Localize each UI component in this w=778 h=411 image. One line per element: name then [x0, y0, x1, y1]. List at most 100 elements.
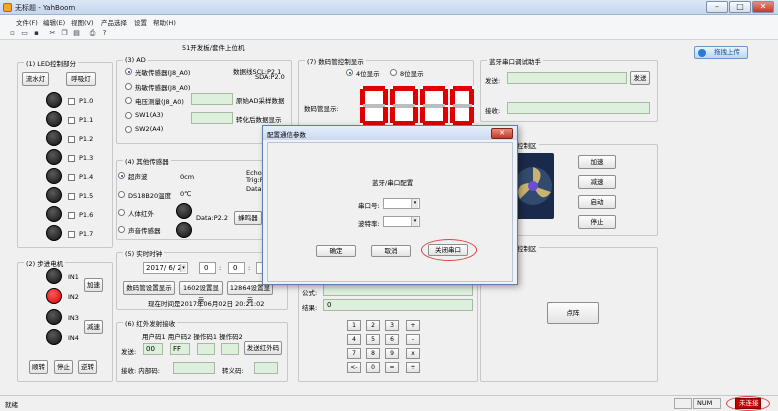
ir-body-radio[interactable] — [118, 209, 125, 216]
calc-key-divide[interactable]: ÷ — [406, 362, 420, 373]
buzzer-button[interactable]: 蜂鸣器 — [234, 211, 262, 225]
fan-decel-button[interactable]: 减速 — [578, 175, 616, 189]
seg-digit-1 — [360, 86, 388, 126]
led-p16-checkbox[interactable] — [68, 212, 75, 219]
maximize-button[interactable]: □ — [729, 1, 751, 13]
result-field[interactable]: 0 — [323, 299, 473, 311]
ir-op-code1-field[interactable] — [197, 343, 215, 355]
serial-send-button[interactable]: 发送 — [630, 71, 650, 85]
ir-decode-field[interactable] — [254, 362, 278, 374]
menu-file[interactable]: 文件(F) — [16, 17, 38, 27]
close-port-button[interactable]: 关闭串口 — [428, 244, 468, 256]
sound-radio[interactable] — [118, 226, 125, 233]
dot-matrix-button[interactable]: 点阵 — [547, 302, 599, 324]
seg-display-set-button[interactable]: 数码管设置显示 — [123, 281, 175, 295]
calc-key-2[interactable]: 2 — [366, 320, 380, 331]
led-p11-label: P1.1 — [79, 116, 94, 124]
ir-op-code2-field[interactable] — [221, 343, 239, 355]
fan-accel-button[interactable]: 加速 — [578, 155, 616, 169]
ir-send-button[interactable]: 发送红外码 — [244, 341, 282, 355]
calc-key-multiply[interactable]: x — [406, 348, 420, 359]
open-folder-icon[interactable]: ▭ — [20, 29, 29, 38]
motor-stop-button[interactable]: 停止 — [54, 360, 73, 374]
upload-button[interactable]: 拖拽上传 — [694, 46, 748, 59]
lcd1602-set-button[interactable]: 1602设置显示 — [179, 281, 223, 304]
minimize-button[interactable]: – — [706, 1, 728, 13]
led-p13-checkbox[interactable] — [68, 155, 75, 162]
fan-stop-button[interactable]: 停止 — [578, 215, 616, 229]
ad-converted-field[interactable] — [191, 112, 233, 124]
led-p17-checkbox[interactable] — [68, 231, 75, 238]
port-select[interactable]: ▾ — [383, 198, 420, 209]
serial-receive-label: 接收: — [485, 107, 501, 115]
help-icon[interactable]: ? — [100, 29, 109, 38]
dialog-cancel-button[interactable]: 取消 — [371, 245, 411, 257]
copy-icon[interactable]: ❐ — [60, 29, 69, 38]
close-button[interactable]: ✕ — [752, 1, 774, 13]
ds18b20-radio[interactable] — [118, 191, 125, 198]
menu-view[interactable]: 视图(V) — [71, 17, 94, 27]
calc-key-backspace[interactable]: <- — [347, 362, 361, 373]
coil-in2-label: IN2 — [68, 293, 79, 301]
water-light-button[interactable]: 流水灯 — [22, 72, 49, 86]
motor-group-title: (2) 步进电机 — [24, 258, 66, 268]
menu-product[interactable]: 产品选择 — [101, 17, 127, 27]
paste-icon[interactable]: ▤ — [72, 29, 81, 38]
formula-field[interactable] — [323, 284, 473, 296]
dialog-body: 蓝牙/串口配置 串口号: ▾ 波特率: ▾ 确定 取消 关闭串口 — [267, 142, 513, 282]
ad-photo-radio[interactable] — [125, 68, 132, 75]
calc-key-equals[interactable]: = — [385, 362, 399, 373]
ir-user-code1-field[interactable]: 00 — [143, 343, 163, 355]
save-icon[interactable]: ▪ — [32, 29, 41, 38]
distance-value: 0cm — [180, 173, 195, 181]
calc-key-9[interactable]: 9 — [385, 348, 399, 359]
ad-thermal-radio[interactable] — [125, 83, 132, 90]
calc-key-5[interactable]: 5 — [366, 334, 380, 345]
calc-key-7[interactable]: 7 — [347, 348, 361, 359]
led-p14-checkbox[interactable] — [68, 174, 75, 181]
led-p15-checkbox[interactable] — [68, 193, 75, 200]
new-file-icon[interactable]: ▫ — [8, 29, 17, 38]
seg-8digit-radio[interactable] — [390, 69, 397, 76]
calc-key-6[interactable]: 6 — [385, 334, 399, 345]
menu-help[interactable]: 帮助(H) — [153, 17, 176, 27]
calc-key-1[interactable]: 1 — [347, 320, 361, 331]
breath-light-button[interactable]: 呼吸灯 — [66, 72, 96, 86]
motor-cw-button[interactable]: 逆转 — [78, 360, 97, 374]
minute-field[interactable]: 0 — [228, 262, 245, 274]
led-p12-checkbox[interactable] — [68, 136, 75, 143]
fan-start-button[interactable]: 启动 — [578, 195, 616, 209]
ir-user-code2-field[interactable]: FF — [170, 343, 190, 355]
motor-ccw-button[interactable]: 顺转 — [29, 360, 48, 374]
baud-select[interactable]: ▾ — [383, 216, 420, 227]
motor-accel-button[interactable]: 加速 — [84, 278, 103, 292]
led-p10-checkbox[interactable] — [68, 98, 75, 105]
calc-key-3[interactable]: 3 — [385, 320, 399, 331]
ultrasonic-radio[interactable] — [118, 172, 125, 179]
ad-sw2-radio[interactable] — [125, 126, 132, 133]
dialog-ok-button[interactable]: 确定 — [316, 245, 356, 257]
menu-edit[interactable]: 编辑(E) — [43, 17, 65, 27]
dialog-close-button[interactable]: ✕ — [491, 128, 513, 139]
calc-key-4[interactable]: 4 — [347, 334, 361, 345]
motor-decel-button[interactable]: 减速 — [84, 320, 103, 334]
ir-internal-code-field[interactable] — [173, 362, 215, 374]
print-icon[interactable]: ⎙ — [88, 29, 97, 38]
serial-receive-field[interactable] — [507, 102, 650, 114]
date-picker[interactable]: 2017/ 6/ 2 ▾ — [143, 262, 188, 274]
cut-icon[interactable]: ✂ — [48, 29, 57, 38]
calc-key-8[interactable]: 8 — [366, 348, 380, 359]
calc-key-0[interactable]: 0 — [366, 362, 380, 373]
calc-key-minus[interactable]: - — [406, 334, 420, 345]
ad-raw-field[interactable] — [191, 93, 233, 105]
led-p14-label: P1.4 — [79, 173, 94, 181]
serial-send-field[interactable] — [507, 72, 627, 84]
led-p11-checkbox[interactable] — [68, 117, 75, 124]
menu-settings[interactable]: 设置 — [134, 17, 147, 27]
calc-key-plus[interactable]: + — [406, 320, 420, 331]
seg-4digit-radio[interactable] — [346, 69, 353, 76]
ad-voltage-radio[interactable] — [125, 97, 132, 104]
ad-sw1-radio[interactable] — [125, 112, 132, 119]
hour-field[interactable]: 0 — [199, 262, 216, 274]
seg-display-label: 数码管显示: — [304, 105, 339, 113]
